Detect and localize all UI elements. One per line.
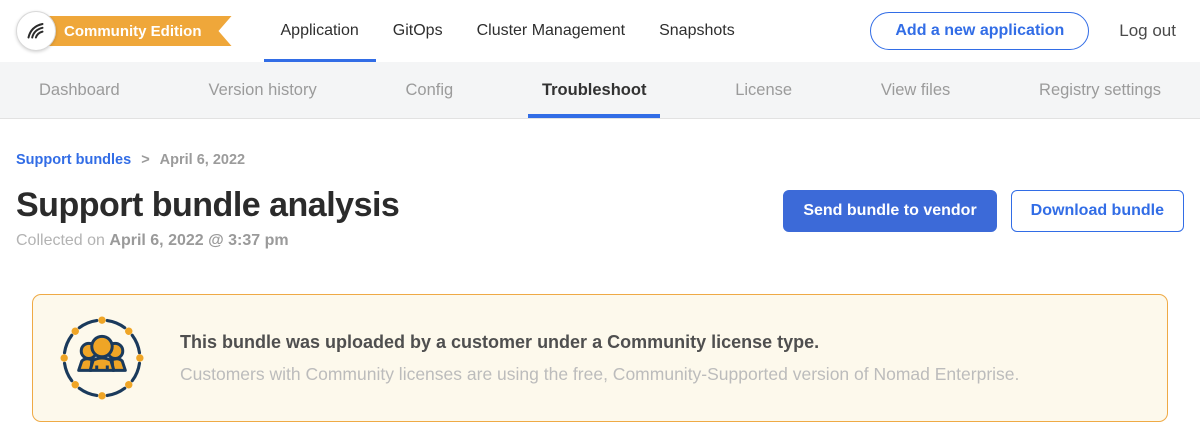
bundle-actions: Send bundle to vendor Download bundle bbox=[783, 190, 1184, 232]
banner-body: Customers with Community licenses are us… bbox=[180, 364, 1019, 385]
top-navbar: Community Edition Application GitOps Clu… bbox=[0, 0, 1200, 62]
title-block: Support bundle analysis Collected on Apr… bbox=[16, 186, 399, 250]
collected-prefix: Collected on bbox=[16, 232, 109, 249]
main-nav: Application GitOps Cluster Management Sn… bbox=[264, 0, 752, 62]
community-people-icon bbox=[58, 314, 146, 402]
download-bundle-button[interactable]: Download bundle bbox=[1011, 190, 1184, 232]
collected-date: April 6, 2022 @ 3:37 pm bbox=[109, 232, 288, 249]
brand: Community Edition bbox=[16, 0, 232, 62]
community-license-banner: This bundle was uploaded by a customer u… bbox=[32, 294, 1168, 422]
subtab-view-files[interactable]: View files bbox=[867, 62, 964, 118]
breadcrumb-separator: > bbox=[141, 152, 149, 168]
collected-timestamp: Collected on April 6, 2022 @ 3:37 pm bbox=[16, 232, 399, 250]
breadcrumb-support-bundles-link[interactable]: Support bundles bbox=[16, 152, 131, 168]
replicated-logo-icon bbox=[24, 19, 48, 43]
page-title: Support bundle analysis bbox=[16, 186, 399, 225]
banner-heading: This bundle was uploaded by a customer u… bbox=[180, 332, 1019, 353]
topnav-right: Add a new application Log out bbox=[870, 12, 1176, 50]
tab-snapshots[interactable]: Snapshots bbox=[642, 0, 752, 62]
app-subnav: Dashboard Version history Config Trouble… bbox=[0, 62, 1200, 119]
subtab-license[interactable]: License bbox=[721, 62, 806, 118]
tab-gitops[interactable]: GitOps bbox=[376, 0, 460, 62]
subtab-config[interactable]: Config bbox=[391, 62, 467, 118]
community-edition-badge: Community Edition bbox=[44, 16, 232, 46]
banner-text: This bundle was uploaded by a customer u… bbox=[180, 332, 1019, 385]
tab-cluster-management[interactable]: Cluster Management bbox=[460, 0, 643, 62]
subtab-dashboard[interactable]: Dashboard bbox=[25, 62, 134, 118]
logout-link[interactable]: Log out bbox=[1119, 21, 1176, 41]
page-header: Support bundle analysis Collected on Apr… bbox=[16, 186, 1184, 250]
tab-application[interactable]: Application bbox=[264, 0, 376, 62]
breadcrumb: Support bundles > April 6, 2022 bbox=[16, 152, 1184, 168]
main-content: Support bundles > April 6, 2022 Support … bbox=[0, 152, 1200, 422]
add-application-button[interactable]: Add a new application bbox=[870, 12, 1089, 50]
replicated-logo[interactable] bbox=[16, 11, 56, 51]
subtab-registry-settings[interactable]: Registry settings bbox=[1025, 62, 1175, 118]
subtab-troubleshoot[interactable]: Troubleshoot bbox=[528, 62, 661, 118]
breadcrumb-current: April 6, 2022 bbox=[160, 152, 245, 168]
subtab-version-history[interactable]: Version history bbox=[195, 62, 331, 118]
send-bundle-to-vendor-button[interactable]: Send bundle to vendor bbox=[783, 190, 996, 232]
